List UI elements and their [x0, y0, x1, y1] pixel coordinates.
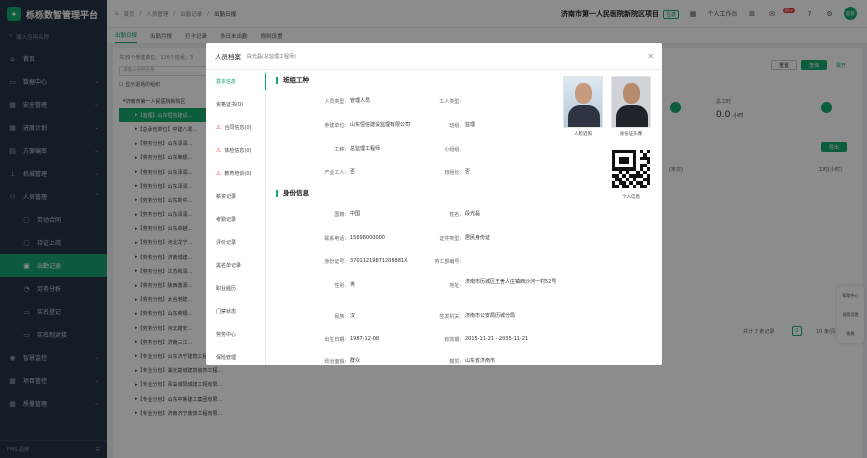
field-label: 班组:: [449, 123, 461, 129]
field-label: 籍贯:: [449, 359, 461, 365]
tab-label: 职业履历: [216, 286, 237, 292]
leader-value: 否: [465, 169, 471, 175]
modal-tab-training[interactable]: ⚠ 教育培训(0): [206, 162, 265, 185]
tab-label: 体检信息(0): [224, 148, 252, 154]
field-label: 性别:: [334, 283, 346, 289]
modal-tab-medical[interactable]: ⚠ 体检信息(0): [206, 139, 265, 162]
field-label: 产业工人:: [324, 170, 346, 176]
modal-tab-list: 基本信息 资格证书(0) ⚠ 合同信息(0) ⚠ 体检信息(0) ⚠ 教育培训(0) …: [206, 70, 266, 365]
tab-label: 考勤记录: [216, 217, 237, 223]
modal-tab-certs[interactable]: 资格证书(0): [206, 93, 265, 116]
tab-label: 薪资记录: [216, 194, 237, 200]
warning-icon: ⚠: [216, 124, 222, 131]
person-archive-modal: 人员档案 段光磊(总监理工程师) ✕ 基本信息 资格证书(0) ⚠ 合同信息(0)…: [206, 43, 662, 365]
field-label: 联系电话:: [324, 236, 346, 242]
modal-body: 班组工种 人员类型: 管理人员 工人类型: 参建单位: 山东恒信建设监理有限公司…: [266, 70, 662, 365]
modal-tab-insurance[interactable]: 保险管理: [206, 346, 265, 365]
modal-tab-basic[interactable]: 基本信息: [206, 70, 266, 93]
tab-label: 保险管理: [216, 355, 237, 361]
field-label: 国籍:: [334, 212, 346, 218]
tab-label: 合同信息(0): [224, 125, 252, 131]
field-label: 小组组:: [444, 147, 461, 153]
tab-label: 基本信息: [216, 79, 237, 85]
native-place-value: 山东省济南市: [465, 358, 496, 364]
field-label: 人员类型:: [324, 99, 346, 105]
photo-caption: 身份证头像: [619, 132, 643, 137]
modal-tab-contract[interactable]: ⚠ 合同信息(0): [206, 116, 265, 139]
modal-tab-access[interactable]: 门禁状态: [206, 300, 265, 323]
field-label: 证件类型:: [439, 236, 461, 242]
field-label: 工种:: [334, 147, 346, 153]
field-label: 出生日期:: [324, 337, 346, 343]
section-title: 班组工种: [276, 77, 309, 84]
modal-tab-attendance[interactable]: 考勤记录: [206, 208, 265, 231]
field-label: 工人类型:: [439, 99, 461, 105]
tab-label: 评价记录: [216, 240, 237, 246]
modal-tab-salary[interactable]: 薪资记录: [206, 185, 265, 208]
photo-caption: 人脸近照: [574, 132, 592, 137]
address-value: 济南市历城区王舍人庄镇西沙河一村52号: [465, 279, 557, 285]
issuer-value: 济南市公安局历城分局: [465, 313, 516, 319]
tab-label: 黑名单记录: [216, 263, 242, 269]
valid-period-value: 2015-11-21 - 2035-11-21: [465, 336, 529, 342]
tab-label: 劳务中心: [216, 332, 237, 338]
modal-tab-blacklist[interactable]: 黑名单记录: [206, 254, 265, 277]
id-card-photo[interactable]: [611, 76, 651, 128]
field-label: 签发机关:: [439, 314, 461, 320]
close-icon[interactable]: ✕: [647, 52, 654, 61]
section-title: 身份信息: [276, 190, 309, 197]
field-label: 班组长:: [444, 170, 461, 176]
modal-header: 人员档案 段光磊(总监理工程师): [206, 43, 662, 70]
face-photo[interactable]: [563, 76, 603, 128]
qr-code[interactable]: [612, 150, 650, 188]
modal-title: 人员档案: [215, 53, 241, 61]
modal-subtitle: 段光磊(总监理工程师): [247, 53, 296, 60]
modal-tab-labor-center[interactable]: 劳务中心: [206, 323, 265, 346]
warning-icon: ⚠: [216, 147, 222, 154]
warning-icon: ⚠: [216, 170, 222, 177]
field-label: 姓名:: [449, 212, 461, 218]
modal-tab-evaluation[interactable]: 评价记录: [206, 231, 265, 254]
field-label: 劳工部编号:: [434, 259, 461, 265]
qr-caption: 个人信息: [622, 195, 640, 200]
tab-label: 教育培训(0): [224, 171, 252, 177]
field-label: 参建单位:: [324, 123, 346, 129]
tab-label: 资格证书(0): [216, 102, 244, 108]
field-label: 民族:: [334, 314, 346, 320]
name-value: 段光磊: [465, 211, 481, 217]
tab-label: 门禁状态: [216, 309, 237, 315]
field-label: 身份证号:: [324, 259, 346, 265]
cert-type-value: 居民身份证: [465, 235, 491, 241]
field-label: 政治面貌:: [324, 359, 346, 365]
field-label: 有效期:: [444, 337, 461, 343]
field-label: 地址:: [449, 283, 461, 289]
modal-tab-career[interactable]: 职业履历: [206, 277, 265, 300]
